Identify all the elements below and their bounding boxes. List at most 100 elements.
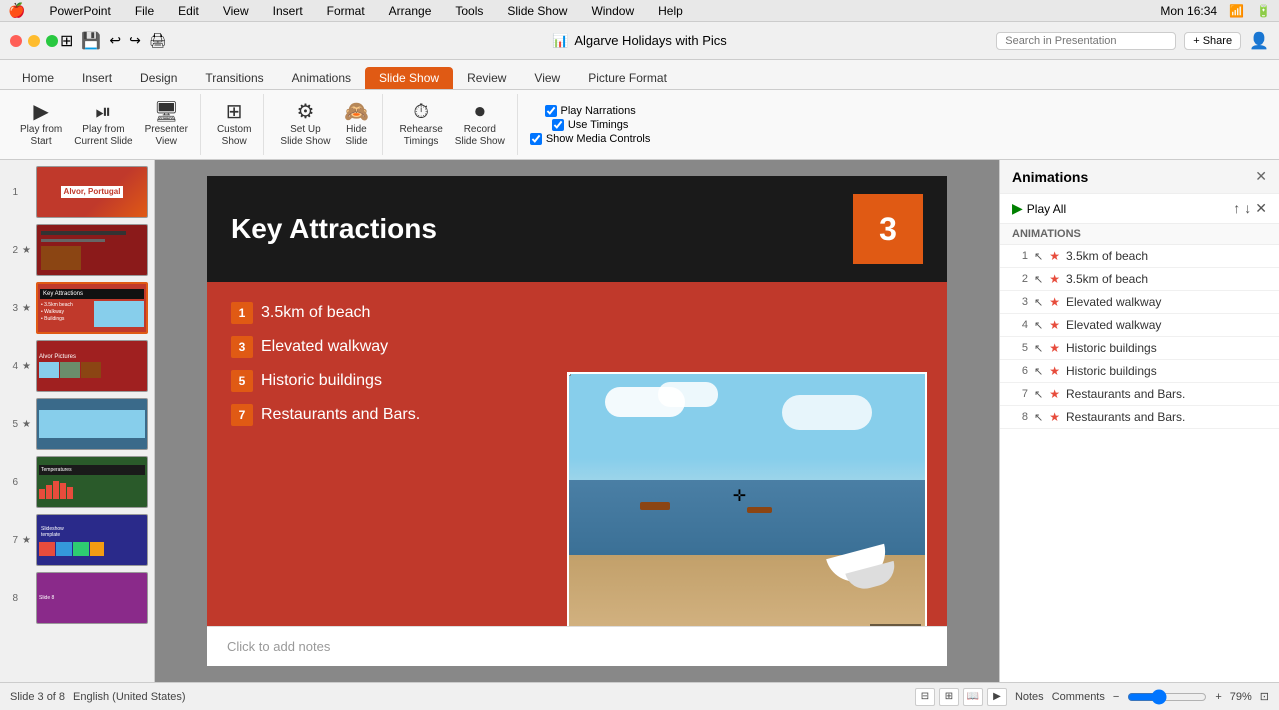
zoom-level: 79% — [1230, 691, 1252, 703]
timings-checkbox[interactable] — [552, 119, 564, 131]
record-slideshow-button[interactable]: ⏺ RecordSlide Show — [451, 100, 509, 150]
zoom-plus-icon[interactable]: + — [1215, 691, 1221, 703]
show-media-check[interactable]: Show Media Controls — [530, 133, 651, 145]
sidebar-toggle-icon[interactable]: ⊞ — [60, 31, 73, 51]
rehearse-timings-button[interactable]: ⏱ RehearseTimings — [395, 100, 446, 150]
tab-transitions[interactable]: Transitions — [191, 67, 277, 89]
play-from-start-button[interactable]: ▶ Play fromStart — [16, 100, 66, 150]
animations-close-button[interactable]: ✕ — [1255, 168, 1267, 185]
custom-show-button[interactable]: ⊞ CustomShow — [213, 100, 255, 150]
slide-thumbnail-1[interactable]: Alvor, Portugal — [36, 166, 148, 218]
tab-review[interactable]: Review — [453, 67, 520, 89]
narrations-checkbox[interactable] — [545, 105, 557, 117]
menu-edit[interactable]: Edit — [174, 4, 203, 18]
anim-item-1[interactable]: 1 ↖ ★ 3.5km of beach — [1000, 245, 1279, 268]
presenter-view-button[interactable]: 🖥 PresenterView — [141, 100, 192, 150]
slide-thumbnail-6[interactable]: Temperatures — [36, 456, 148, 508]
tab-picture-format[interactable]: Picture Format — [574, 67, 681, 89]
anim-item-6[interactable]: 6 ↖ ★ Historic buildings — [1000, 360, 1279, 383]
slide-thumbnail-8[interactable]: Slide 8 — [36, 572, 148, 624]
share-button[interactable]: + Share — [1184, 32, 1241, 50]
tab-design[interactable]: Design — [126, 67, 191, 89]
play-current-icon: ⏯ — [95, 102, 111, 122]
tab-slideshow[interactable]: Slide Show — [365, 67, 453, 89]
comments-button[interactable]: Comments — [1052, 691, 1105, 703]
notes-button[interactable]: Notes — [1015, 691, 1044, 703]
zoom-slider[interactable] — [1127, 689, 1207, 705]
apple-menu[interactable]: 🍎 — [8, 2, 25, 19]
menu-window[interactable]: Window — [587, 4, 638, 18]
window-controls — [10, 35, 58, 47]
move-up-button[interactable]: ↑ — [1233, 200, 1240, 217]
notes-area[interactable]: Click to add notes — [207, 626, 947, 666]
slide-thumbnail-7[interactable]: Slideshowtemplate — [36, 514, 148, 566]
tab-home[interactable]: Home — [8, 67, 68, 89]
maximize-button[interactable] — [46, 35, 58, 47]
animation-order-controls: ↑ ↓ ✕ — [1233, 200, 1267, 217]
menu-tools[interactable]: Tools — [451, 4, 487, 18]
title-bar: ⊞ 💾 ↩ ↪ 🖨 📊 Algarve Holidays with Pics +… — [0, 22, 1279, 60]
redo-icon[interactable]: ↪ — [129, 32, 141, 49]
media-checkbox[interactable] — [530, 133, 542, 145]
image-placeholder: ✛ 08/10/2018 — [569, 374, 925, 626]
normal-view-button[interactable]: ⊟ — [915, 688, 935, 706]
reading-view-button[interactable]: 📖 — [963, 688, 983, 706]
play-current-button[interactable]: ⏯ Play fromCurrent Slide — [70, 100, 136, 150]
menu-view[interactable]: View — [219, 4, 253, 18]
slide-thumb-6[interactable]: 6 Temperatures — [4, 454, 150, 510]
slide-thumb-5[interactable]: 5 ★ — [4, 396, 150, 452]
slide-thumb-8[interactable]: 8 Slide 8 — [4, 570, 150, 626]
save-icon[interactable]: 💾 — [81, 31, 101, 51]
minimize-button[interactable] — [28, 35, 40, 47]
time-display: Mon 16:34 — [1160, 4, 1217, 18]
slide-thumb-4[interactable]: 4 ★ Alvor Pictures — [4, 338, 150, 394]
menu-powerpoint[interactable]: PowerPoint — [45, 4, 114, 18]
menu-arrange[interactable]: Arrange — [385, 4, 436, 18]
print-icon[interactable]: 🖨 — [149, 32, 167, 49]
search-input[interactable] — [996, 32, 1176, 50]
menu-format[interactable]: Format — [323, 4, 369, 18]
slide-thumbnail-3[interactable]: Key Attractions • 3.5km beach• Walkway• … — [36, 282, 148, 334]
setup-slideshow-button[interactable]: ⚙ Set UpSlide Show — [276, 100, 334, 150]
image-caption: 08/10/2018 — [870, 624, 921, 626]
slide-thumb-7[interactable]: 7 ★ Slideshowtemplate — [4, 512, 150, 568]
ribbon-group-timings: ⏱ RehearseTimings ⏺ RecordSlide Show — [387, 94, 517, 155]
view-icons: ⊟ ⊞ 📖 ▶ — [915, 688, 1007, 706]
tab-view[interactable]: View — [520, 67, 574, 89]
account-icon[interactable]: 👤 — [1249, 31, 1269, 51]
slide-thumbnail-2[interactable] — [36, 224, 148, 276]
play-narrations-check[interactable]: Play Narrations — [545, 105, 636, 117]
use-timings-check[interactable]: Use Timings — [552, 119, 629, 131]
document-title: 📊 Algarve Holidays with Pics — [552, 33, 727, 49]
anim-item-7[interactable]: 7 ↖ ★ Restaurants and Bars. — [1000, 383, 1279, 406]
slide-thumb-2[interactable]: 2 ★ — [4, 222, 150, 278]
tab-animations[interactable]: Animations — [278, 67, 365, 89]
anim-item-8[interactable]: 8 ↖ ★ Restaurants and Bars. — [1000, 406, 1279, 429]
slide-thumb-1[interactable]: 1 Alvor, Portugal — [4, 164, 150, 220]
slide-image[interactable]: 9 — [567, 372, 927, 626]
menu-help[interactable]: Help — [654, 4, 687, 18]
slide-sorter-button[interactable]: ⊞ — [939, 688, 959, 706]
remove-animation-button[interactable]: ✕ — [1255, 200, 1267, 217]
menu-slideshow[interactable]: Slide Show — [503, 4, 571, 18]
anim-item-3[interactable]: 3 ↖ ★ Elevated walkway — [1000, 291, 1279, 314]
slideshow-view-button[interactable]: ▶ — [987, 688, 1007, 706]
menu-file[interactable]: File — [131, 4, 158, 18]
slide-thumb-3[interactable]: 3 ★ Key Attractions • 3.5km beach• Walkw… — [4, 280, 150, 336]
anim-item-4[interactable]: 4 ↖ ★ Elevated walkway — [1000, 314, 1279, 337]
play-all-button[interactable]: ▶ Play All — [1012, 200, 1066, 217]
undo-icon[interactable]: ↩ — [109, 32, 121, 49]
hide-slide-button[interactable]: 🙈 HideSlide — [338, 100, 374, 150]
close-button[interactable] — [10, 35, 22, 47]
tab-insert[interactable]: Insert — [68, 67, 126, 89]
slide-thumbnail-5[interactable] — [36, 398, 148, 450]
anim-item-5[interactable]: 5 ↖ ★ Historic buildings — [1000, 337, 1279, 360]
move-down-button[interactable]: ↓ — [1244, 200, 1251, 217]
presenter-icon: 🖥 — [154, 102, 179, 122]
fit-page-button[interactable]: ⊡ — [1260, 690, 1269, 703]
slide-thumbnail-4[interactable]: Alvor Pictures — [36, 340, 148, 392]
zoom-minus-icon[interactable]: − — [1113, 691, 1119, 703]
menu-insert[interactable]: Insert — [269, 4, 307, 18]
ribbon-group-play: ▶ Play fromStart ⏯ Play fromCurrent Slid… — [8, 94, 201, 155]
anim-item-2[interactable]: 2 ↖ ★ 3.5km of beach — [1000, 268, 1279, 291]
